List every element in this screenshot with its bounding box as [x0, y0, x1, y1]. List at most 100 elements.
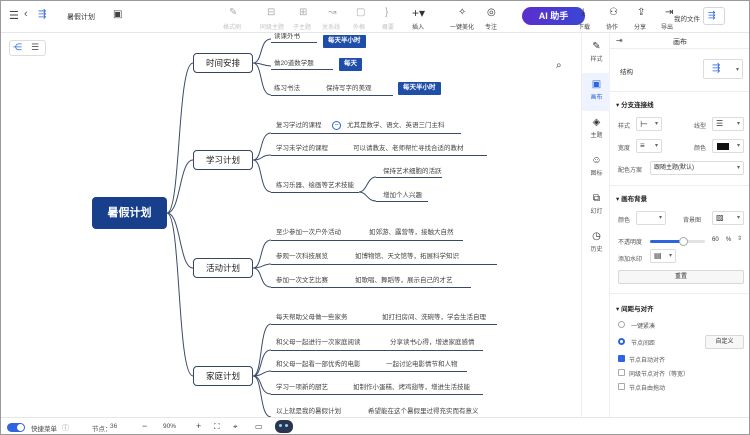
spacing-radio[interactable]: [618, 338, 625, 345]
topic-study-plan[interactable]: 学习计划: [193, 150, 253, 170]
same-level-label[interactable]: 同级节点对齐（等宽）: [629, 369, 689, 378]
tab-canvas[interactable]: ▣ 画布: [582, 73, 611, 111]
watermark-select[interactable]: ▤ ▾: [650, 249, 676, 263]
frame-label[interactable]: 外框: [353, 22, 365, 31]
node-tech-expo-detail[interactable]: 如博物馆、天文馆等，拓展科学知识: [355, 252, 459, 261]
opacity-slider[interactable]: [650, 237, 705, 246]
collapse-panel-icon[interactable]: ⇥: [616, 36, 623, 45]
share-icon[interactable]: ⇪: [637, 7, 645, 19]
opacity-slider-handle[interactable]: [679, 237, 688, 246]
tab-icons[interactable]: ☺ 图标: [582, 149, 611, 187]
node-outdoor[interactable]: 至少参加一次户外活动: [276, 228, 341, 237]
node-movie[interactable]: 和父母一起看一部优秀的电影: [276, 360, 361, 369]
relation-line-icon[interactable]: ↝: [328, 7, 336, 19]
save-icon[interactable]: ▣: [113, 9, 122, 20]
node-summary-detail[interactable]: 希望能在这个暑假里过得充实而有意义: [368, 407, 479, 416]
my-files-link[interactable]: 我的文件: [674, 13, 700, 23]
share-label[interactable]: 分享: [634, 22, 646, 31]
node-cooking[interactable]: 学习一项新的厨艺: [276, 383, 328, 392]
node-family-reading[interactable]: 和父母一起进行一次家庭阅读: [276, 338, 361, 347]
node-housework[interactable]: 每天帮助父母做一些家务: [276, 313, 348, 322]
collapse-icon[interactable]: −: [332, 121, 341, 130]
node-review-courses[interactable]: 复习学过的课程: [276, 121, 322, 130]
node-cooking-detail[interactable]: 如制作小蛋糕、烤鸡翅等，增进生活技能: [353, 383, 470, 392]
present-icon[interactable]: ▭: [255, 422, 263, 431]
collab-label[interactable]: 协作: [606, 22, 618, 31]
child-topic-label[interactable]: 子主题: [293, 22, 311, 31]
summary-label[interactable]: 概要: [382, 22, 394, 31]
custom-spacing-button[interactable]: 自定义: [705, 335, 744, 349]
tag-half-hour-calligraphy[interactable]: 每天半小时: [398, 82, 441, 95]
document-title[interactable]: 暑假计划: [67, 12, 95, 22]
root-topic[interactable]: 暑假计划: [92, 197, 167, 229]
beautify-icon[interactable]: ✧: [458, 7, 466, 19]
tab-style[interactable]: ✎ 样式: [582, 35, 611, 73]
child-topic-icon[interactable]: ⊞: [299, 7, 307, 19]
topic-family-plan[interactable]: 家庭计划: [193, 366, 253, 386]
node-interest[interactable]: 增加个人兴趣: [383, 191, 422, 200]
collab-icon[interactable]: ⚇: [609, 7, 618, 19]
download-label[interactable]: 下载: [578, 22, 590, 31]
node-summary[interactable]: 以上就是我的暑假计划: [276, 407, 341, 416]
tag-half-hour-reading[interactable]: 每天半小时: [323, 35, 366, 48]
robot-assistant-icon[interactable]: [275, 420, 293, 433]
summary-icon[interactable]: }: [385, 7, 388, 19]
stepper-icon[interactable]: ⇕: [737, 235, 742, 242]
zoom-in-icon[interactable]: +: [196, 421, 201, 431]
free-drag-checkbox[interactable]: [618, 383, 625, 390]
help-icon[interactable]: ⓘ: [62, 423, 69, 433]
topic-time-schedule[interactable]: 时间安排: [193, 53, 253, 73]
same-level-checkbox[interactable]: [618, 369, 625, 376]
node-tech-expo[interactable]: 参观一次科技展览: [276, 252, 328, 261]
node-art-active[interactable]: 保持艺术细胞的活跃: [383, 167, 442, 176]
branch-color-select[interactable]: ▾: [712, 139, 744, 153]
node-read-books[interactable]: 读课外书: [274, 33, 300, 41]
download-icon[interactable]: ⤓: [581, 7, 585, 19]
export-label[interactable]: 导出: [661, 22, 673, 31]
opacity-value[interactable]: 60: [712, 237, 719, 243]
line-type-select[interactable]: ☰ ▾: [712, 117, 744, 131]
bg-image-select[interactable]: ▨ ▾: [712, 211, 744, 225]
spacing-label[interactable]: 节点间距: [631, 338, 655, 347]
node-outdoor-detail[interactable]: 如郊游、露营等，接触大自然: [369, 228, 454, 237]
zoom-out-icon[interactable]: −: [142, 421, 147, 431]
frame-icon[interactable]: ▢: [356, 7, 365, 19]
node-new-courses[interactable]: 学习未学过的课程: [276, 144, 328, 153]
ai-assistant-button[interactable]: AI 助手: [522, 7, 585, 25]
zoom-level[interactable]: 90%: [163, 423, 176, 430]
compact-label[interactable]: 一键紧凑: [631, 321, 655, 330]
node-art-contest[interactable]: 参加一次文艺比赛: [276, 276, 328, 285]
node-ask-teachers[interactable]: 可以请教友、老师帮忙寻找合适的教材: [353, 144, 464, 153]
bg-color-select[interactable]: ▾: [636, 211, 666, 225]
node-housework-detail[interactable]: 如打扫房间、洗碗等，学会生活自理: [382, 313, 486, 322]
sibling-topic-icon[interactable]: ⊟: [267, 7, 275, 19]
structure-select[interactable]: ⇶ ▾: [703, 59, 743, 79]
locate-icon[interactable]: ⌖: [233, 422, 238, 432]
tab-theme[interactable]: ◈ 主题: [582, 111, 611, 149]
topic-activity-plan[interactable]: 活动计划: [193, 258, 253, 278]
menu-icon[interactable]: ☰: [9, 9, 19, 22]
format-brush-label[interactable]: 格式刷: [223, 22, 241, 31]
format-brush-icon[interactable]: ✎: [229, 7, 237, 19]
back-icon[interactable]: ‹: [24, 8, 28, 20]
node-family-reading-detail[interactable]: 分享读书心得，增进家庭感情: [390, 338, 475, 347]
insert-icon[interactable]: +▾: [412, 7, 425, 19]
structure-switch-button[interactable]: ⇶: [703, 7, 725, 25]
quick-menu-toggle[interactable]: [7, 423, 25, 432]
node-neat-writing[interactable]: 保持写字的美观: [326, 84, 372, 93]
sibling-topic-label[interactable]: 同级主题: [260, 22, 284, 31]
node-art-contest-detail[interactable]: 如歌唱、舞蹈等，展示自己的才艺: [355, 276, 453, 285]
tab-history[interactable]: ◷ 历史: [582, 225, 611, 263]
insert-label[interactable]: 插入: [412, 22, 424, 31]
export-icon[interactable]: ⇥: [665, 7, 673, 19]
tag-daily[interactable]: 每天: [339, 58, 362, 71]
branch-style-select[interactable]: ⊢ ▾: [636, 117, 662, 131]
relation-line-label[interactable]: 关系线: [322, 22, 340, 31]
auto-align-label[interactable]: 节点自动对齐: [629, 355, 665, 364]
color-scheme-select[interactable]: 跟随主题(默认) ▾: [650, 161, 744, 175]
tab-slides[interactable]: ⧉ 幻灯: [582, 187, 611, 225]
mindmap-canvas[interactable]: ⋲ ☰ ⌕ 暑假计划 时间安排 读课外书 每天半小时 做20道数学题 每天 练习…: [1, 33, 581, 417]
free-drag-label[interactable]: 节点自由拖动: [629, 383, 665, 392]
focus-icon[interactable]: ◎: [487, 7, 496, 19]
branch-width-select[interactable]: ≡ ▾: [636, 139, 662, 153]
